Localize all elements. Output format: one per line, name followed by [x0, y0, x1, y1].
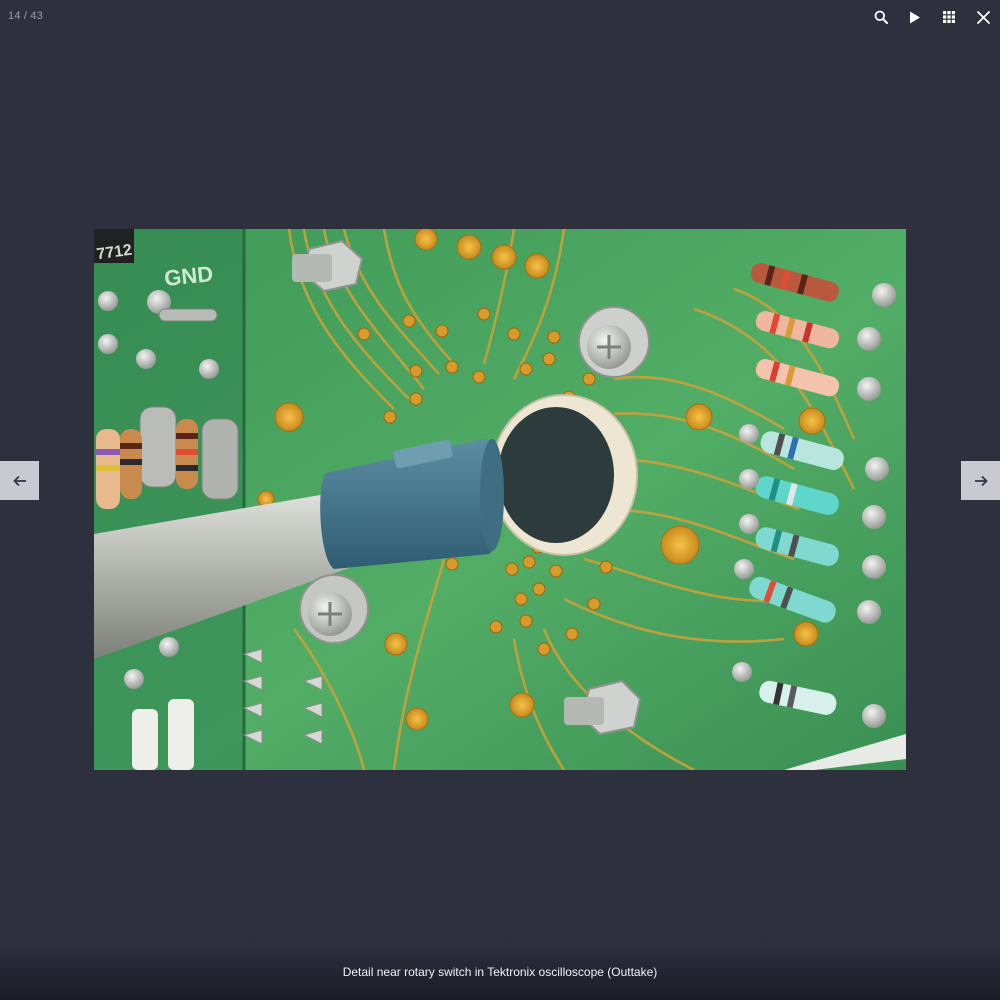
- next-image-button[interactable]: [961, 461, 1000, 500]
- arrow-right-icon: [974, 475, 988, 486]
- image-counter: 14 / 43: [8, 10, 44, 22]
- thumbnails-button[interactable]: [932, 0, 966, 34]
- arrow-left-icon: [12, 475, 26, 486]
- gnd-label: GND: [163, 261, 214, 291]
- circuit-board-image: 7712 GND: [94, 229, 906, 770]
- search-icon: [874, 10, 888, 24]
- lightbox-viewer: 14 / 43 7712 GND Detail near rotary swit…: [0, 0, 1000, 1000]
- close-button[interactable]: [966, 0, 1000, 34]
- grid-icon: [943, 11, 955, 23]
- slideshow-play-button[interactable]: [898, 0, 932, 34]
- toolbar: [864, 0, 1000, 34]
- image-caption: Detail near rotary switch in Tektronix o…: [342, 965, 658, 979]
- mounting-screw: [578, 306, 650, 378]
- close-icon: [976, 10, 990, 24]
- search-button[interactable]: [864, 0, 898, 34]
- play-icon: [910, 11, 920, 23]
- previous-image-button[interactable]: [0, 461, 39, 500]
- main-photo: 7712 GND: [94, 229, 906, 770]
